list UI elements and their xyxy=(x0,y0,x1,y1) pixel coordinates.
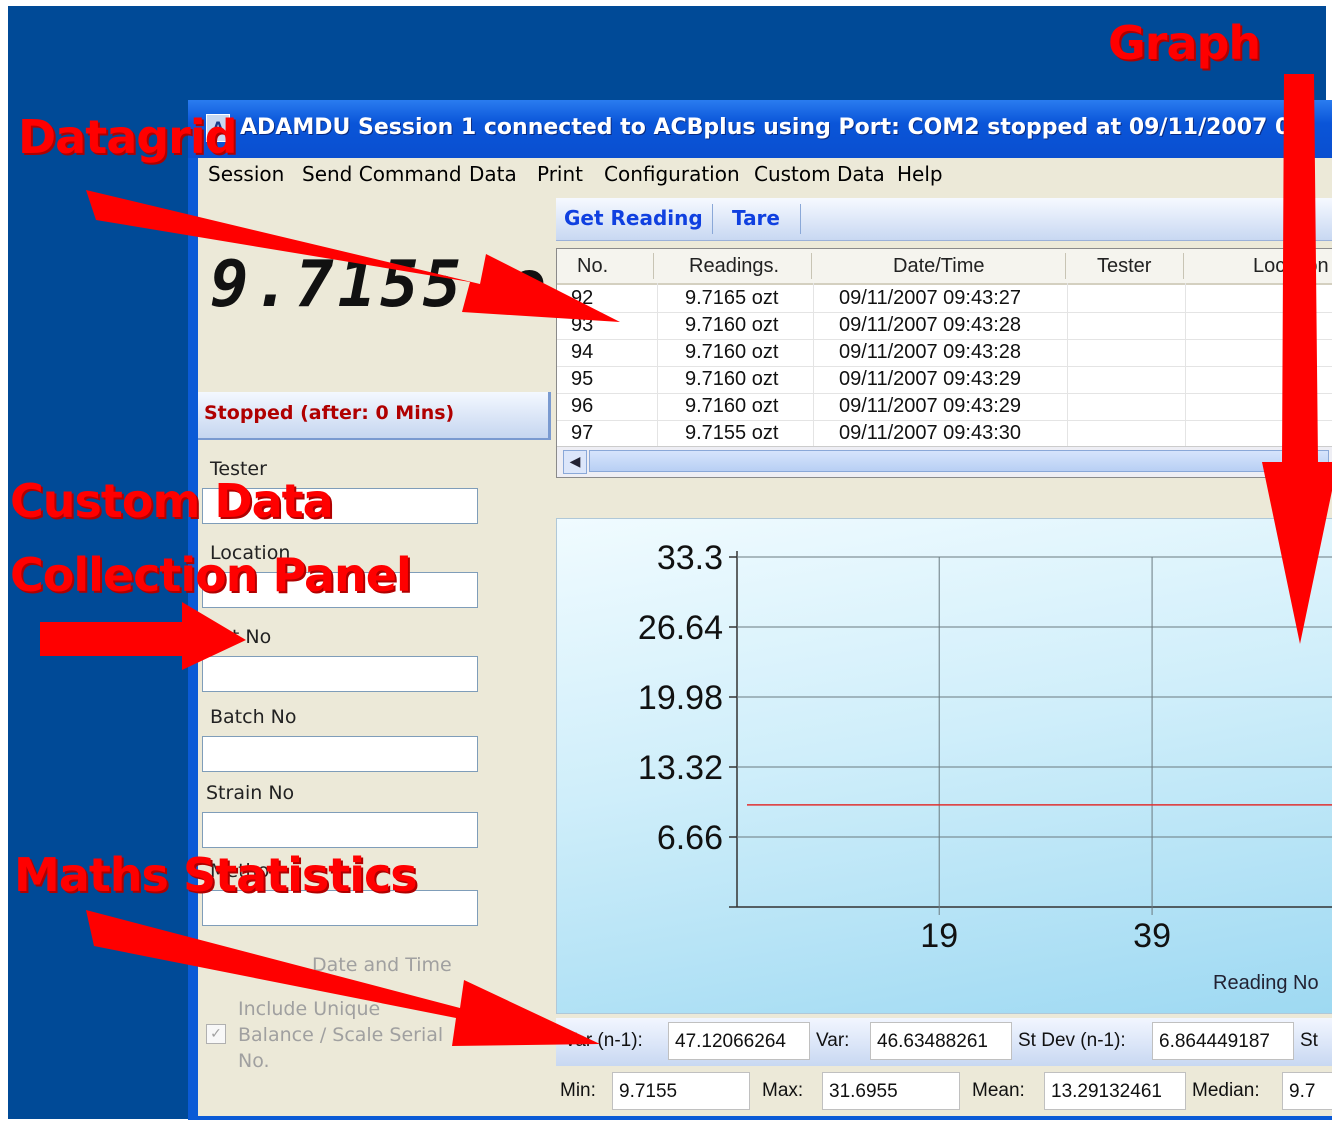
arrow-datagrid xyxy=(86,190,620,322)
annotation-custom-line2: Collection Panel xyxy=(10,548,412,602)
annotation-custom-line1: Custom Data xyxy=(10,474,334,528)
arrow-maths xyxy=(86,910,600,1046)
arrow-graph xyxy=(1262,74,1332,644)
annotation-graph: Graph xyxy=(1108,16,1261,70)
arrow-custom-panel xyxy=(40,602,246,670)
annotation-maths: Maths Statistics xyxy=(14,848,418,902)
annotation-datagrid: Datagrid xyxy=(18,110,238,164)
